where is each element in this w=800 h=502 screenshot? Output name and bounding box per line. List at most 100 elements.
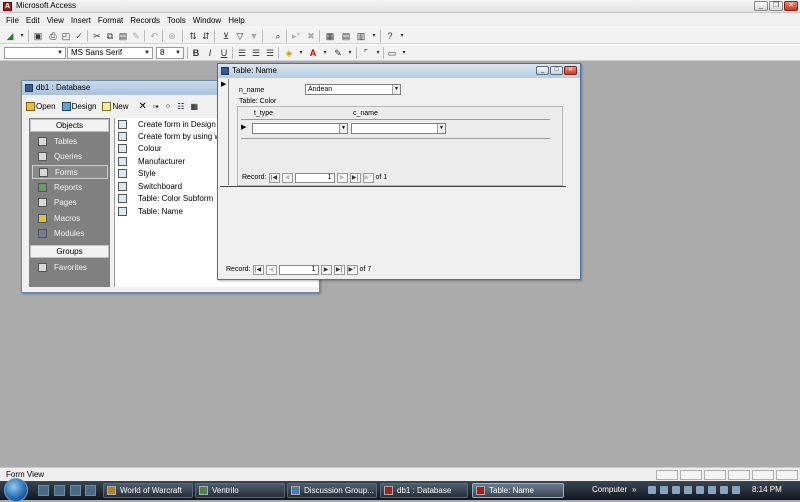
tray-app-icon[interactable] (732, 486, 740, 494)
subform-current-record-input[interactable]: 1 (294, 172, 335, 183)
view-icon[interactable]: ◢ (4, 30, 16, 42)
nav-item-modules[interactable]: Modules (32, 227, 108, 241)
tray-app-icon[interactable] (660, 486, 668, 494)
form-current-record-input[interactable]: 1 (278, 264, 319, 275)
font-name-combo[interactable]: MS Sans Serif ▼ (67, 47, 153, 59)
filter-by-form-icon[interactable]: ▽ (234, 30, 246, 42)
menu-tools[interactable]: Tools (167, 16, 186, 25)
new-record-button[interactable]: ▶* (362, 172, 374, 183)
minimize-button[interactable]: _ (754, 1, 768, 11)
print-preview-icon[interactable]: ◰ (60, 30, 72, 42)
details-view-icon[interactable]: ▦ (190, 102, 198, 111)
delete-record-icon[interactable]: ✖ (305, 30, 317, 42)
tray-app-icon[interactable] (696, 486, 704, 494)
database-window-icon[interactable]: ▤ (340, 30, 352, 42)
align-left-icon[interactable]: ☰ (236, 47, 248, 59)
nav-item-favorites[interactable]: Favorites (32, 261, 108, 275)
task-ventrilo[interactable]: Ventrilo (195, 483, 285, 498)
tray-chevron-icon[interactable]: » (632, 485, 636, 494)
first-record-button[interactable]: |◀ (268, 172, 280, 183)
open-button[interactable]: Open (26, 101, 56, 111)
task-db1-database[interactable]: db1 : Database (380, 483, 468, 498)
small-icons-icon[interactable]: ⁘ (165, 102, 172, 111)
border-icon[interactable]: ⌜ (360, 47, 372, 59)
copy-icon[interactable]: ⧉ (104, 30, 116, 42)
task-discussion-group[interactable]: Discussion Group... (287, 483, 377, 498)
form-close-button[interactable]: ✕ (564, 66, 577, 75)
tray-app-icon[interactable] (684, 486, 692, 494)
close-button[interactable]: ✕ (784, 1, 798, 11)
clock[interactable]: 8:14 PM (752, 485, 782, 494)
menu-format[interactable]: Format (98, 16, 123, 25)
last-record-button[interactable]: ▶| (333, 264, 345, 275)
chevron-down-icon[interactable]: ▼ (392, 85, 400, 94)
form-window-titlebar[interactable]: Table: Name _ □ ✕ (218, 64, 580, 78)
new-record-button[interactable]: ▶* (346, 264, 358, 275)
chevron-down-icon[interactable]: ▼ (437, 124, 445, 133)
record-selector[interactable]: ▶ (220, 79, 229, 185)
show-desktop-icon[interactable] (54, 485, 65, 496)
nav-item-tables[interactable]: Tables (32, 135, 108, 149)
bold-button[interactable]: B (190, 47, 202, 59)
italic-button[interactable]: I (204, 47, 216, 59)
hyperlink-icon[interactable]: ⊕ (166, 30, 178, 42)
previous-record-button[interactable]: ◀ (281, 172, 293, 183)
line-width-dropdown-icon[interactable]: ▾ (398, 47, 410, 59)
find-icon[interactable]: ⌕ (272, 30, 284, 42)
help-dropdown-icon[interactable]: ▾ (396, 30, 408, 42)
menu-help[interactable]: Help (228, 16, 244, 25)
filter-by-selection-icon[interactable]: ⊻ (220, 30, 232, 42)
menu-window[interactable]: Window (193, 16, 221, 25)
apply-filter-icon[interactable]: ▼ (248, 30, 260, 42)
tray-app-icon[interactable] (672, 486, 680, 494)
underline-button[interactable]: U (218, 47, 230, 59)
last-record-button[interactable]: ▶| (349, 172, 361, 183)
start-button[interactable] (4, 478, 28, 502)
fill-color-icon[interactable]: ◈ (283, 47, 295, 59)
task-world-of-warcraft[interactable]: World of Warcraft (103, 483, 193, 498)
menu-view[interactable]: View (47, 16, 64, 25)
restore-button[interactable]: ❐ (769, 1, 783, 11)
line-color-icon[interactable]: ✎ (332, 47, 344, 59)
paste-icon[interactable]: ▤ (117, 30, 129, 42)
format-painter-icon[interactable]: ✎ (130, 30, 142, 42)
font-size-combo[interactable]: 8 ▼ (156, 47, 184, 59)
list-view-icon[interactable]: ☷ (177, 102, 184, 111)
t-type-combo[interactable]: ▼ (252, 123, 348, 134)
menu-records[interactable]: Records (130, 16, 160, 25)
design-button[interactable]: Design (61, 101, 96, 111)
cut-icon[interactable]: ✂ (91, 30, 103, 42)
nav-item-reports[interactable]: Reports (32, 181, 108, 195)
first-record-button[interactable]: |◀ (252, 264, 264, 275)
menu-edit[interactable]: Edit (26, 16, 40, 25)
font-color-dropdown-icon[interactable]: ▾ (319, 47, 331, 59)
help-icon[interactable]: ? (384, 30, 396, 42)
next-record-button[interactable]: ▶ (320, 264, 332, 275)
fill-color-dropdown-icon[interactable]: ▾ (295, 47, 307, 59)
sort-descending-icon[interactable]: ⇵ (200, 30, 212, 42)
line-color-dropdown-icon[interactable]: ▾ (344, 47, 356, 59)
nav-item-forms[interactable]: Forms (32, 165, 108, 179)
menu-insert[interactable]: Insert (71, 16, 91, 25)
new-object-dropdown-icon[interactable]: ▾ (368, 30, 380, 42)
new-object-icon[interactable]: ▥ (355, 30, 367, 42)
task-table-name[interactable]: Table: Name (472, 483, 564, 498)
nav-item-pages[interactable]: Pages (32, 196, 108, 210)
ie-icon[interactable] (38, 485, 49, 496)
next-record-button[interactable]: ▶ (336, 172, 348, 183)
align-center-icon[interactable]: ☰ (250, 47, 262, 59)
volume-icon[interactable] (720, 486, 728, 494)
line-width-icon[interactable]: ▭ (386, 47, 398, 59)
computer-toolbar-label[interactable]: Computer (592, 485, 627, 494)
form-maximize-button[interactable]: □ (550, 66, 563, 75)
delete-icon[interactable]: ✕ (139, 101, 147, 112)
large-icons-icon[interactable]: ▫▪ (153, 102, 159, 111)
tray-app-icon[interactable] (648, 486, 656, 494)
sort-ascending-icon[interactable]: ⇅ (187, 30, 199, 42)
align-right-icon[interactable]: ☰ (264, 47, 276, 59)
new-button[interactable]: New (102, 101, 129, 111)
media-player-icon[interactable] (70, 485, 81, 496)
quick-launch-icon[interactable] (85, 485, 96, 496)
print-icon[interactable]: ⎙ (47, 30, 59, 42)
network-icon[interactable] (708, 486, 716, 494)
